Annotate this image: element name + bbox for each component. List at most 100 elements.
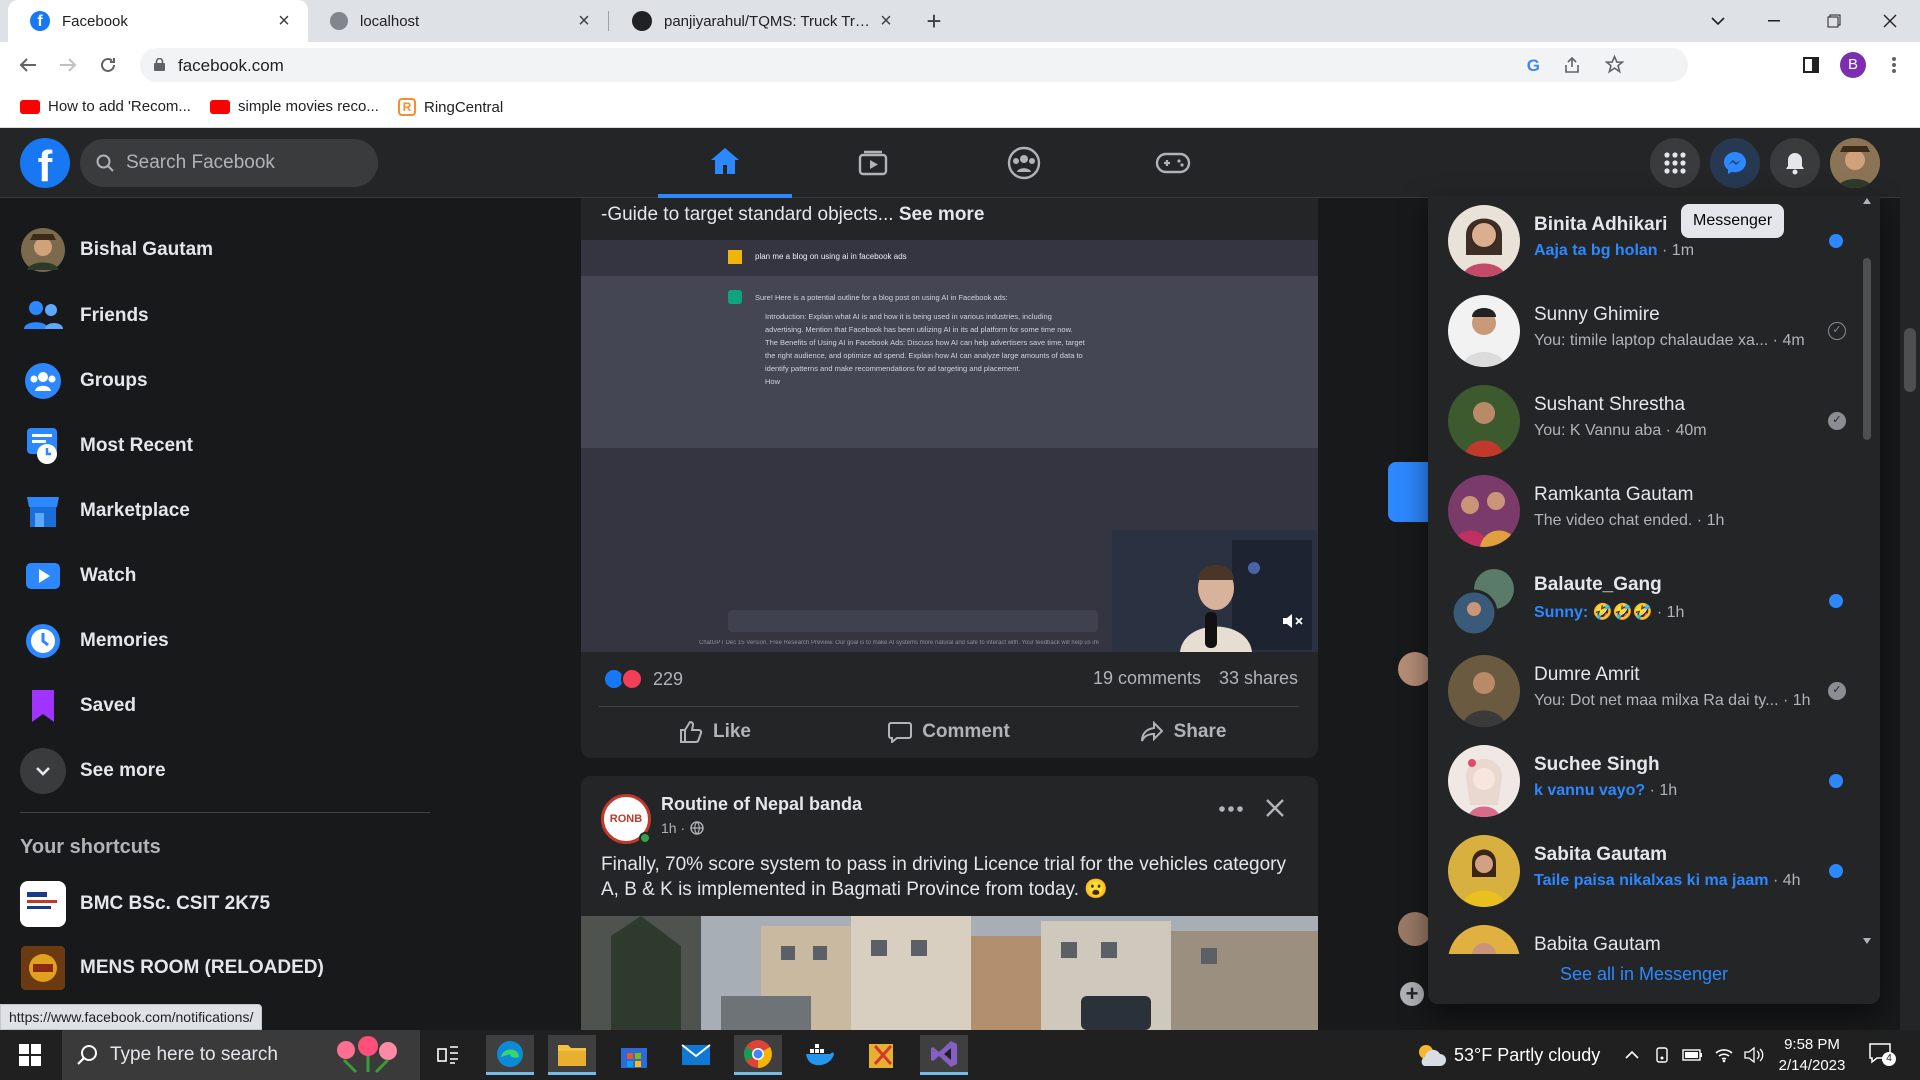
- close-icon[interactable]: [1265, 798, 1285, 818]
- sidebar-item-marketplace[interactable]: Marketplace: [20, 485, 190, 537]
- chat-item[interactable]: Balaute_Gang Sunny: 🤣🤣🤣 · 1h: [1448, 556, 1858, 646]
- restore-button[interactable]: [1806, 0, 1862, 42]
- chevron-up-icon[interactable]: [1624, 1050, 1640, 1060]
- chat-item[interactable]: Babita Gautam: [1448, 916, 1858, 954]
- contact-avatar[interactable]: [1398, 912, 1432, 946]
- more-options-icon[interactable]: [1219, 806, 1243, 812]
- dropdown-scrollbar[interactable]: [1860, 196, 1874, 948]
- reload-button[interactable]: [94, 51, 122, 79]
- post-photo[interactable]: [581, 916, 1318, 1030]
- bookmark-item[interactable]: How to add 'Recom...: [20, 98, 191, 115]
- menu-button[interactable]: [1650, 138, 1700, 188]
- tab-facebook[interactable]: f Facebook ×: [8, 0, 308, 42]
- back-button[interactable]: [14, 51, 42, 79]
- contact-avatar[interactable]: [1398, 652, 1432, 686]
- share-icon[interactable]: [1564, 57, 1582, 73]
- notifications-button[interactable]: [1770, 138, 1820, 188]
- scroll-down-arrow-icon[interactable]: [1863, 938, 1871, 944]
- sidebar-item-groups[interactable]: Groups: [20, 355, 148, 407]
- chat-item[interactable]: Sushant Shrestha You: K Vannu aba · 40m …: [1448, 376, 1858, 466]
- page-name-link[interactable]: Routine of Nepal banda: [661, 794, 862, 815]
- weather-widget[interactable]: 53°F Partly cloudy: [1414, 1030, 1600, 1080]
- share-button[interactable]: Share: [1068, 706, 1298, 758]
- facebook-search[interactable]: [80, 139, 378, 187]
- speaker-icon[interactable]: [1744, 1047, 1764, 1063]
- sidebar-item-friends[interactable]: Friends: [20, 290, 149, 342]
- nav-gaming-tab[interactable]: [1106, 128, 1240, 198]
- snipping-tool-icon[interactable]: [858, 1035, 906, 1075]
- microsoft-store-icon[interactable]: [610, 1035, 658, 1075]
- windows-start-icon[interactable]: [6, 1035, 54, 1075]
- scroll-thumb[interactable]: [1863, 258, 1871, 440]
- chat-item[interactable]: Suchee Singh k vannu vayo? · 1h: [1448, 736, 1858, 826]
- address-bar[interactable]: facebook.com G: [140, 48, 1688, 82]
- page-scrollbar[interactable]: [1900, 128, 1920, 1030]
- search-input[interactable]: [124, 139, 364, 187]
- comment-button[interactable]: Comment: [834, 706, 1064, 758]
- page-scroll-thumb[interactable]: [1904, 328, 1916, 392]
- shortcut-item[interactable]: BMC BSc. CSIT 2K75: [20, 878, 270, 930]
- account-avatar[interactable]: [1830, 138, 1880, 188]
- lock-icon[interactable]: [154, 58, 165, 71]
- scroll-up-arrow-icon[interactable]: [1863, 198, 1871, 204]
- close-tab-icon[interactable]: ×: [274, 10, 294, 32]
- browser-menu-icon[interactable]: [1880, 51, 1908, 79]
- see-all-in-messenger-link[interactable]: See all in Messenger: [1428, 964, 1860, 985]
- forward-button[interactable]: [54, 51, 82, 79]
- wifi-icon[interactable]: [1714, 1047, 1734, 1063]
- tab-search-icon[interactable]: [1690, 0, 1746, 42]
- chat-item[interactable]: Sabita Gautam Taile paisa nikalxas ki ma…: [1448, 826, 1858, 916]
- notification-center-icon[interactable]: 4: [1868, 1042, 1896, 1066]
- muted-speaker-icon[interactable]: [1282, 612, 1304, 630]
- chat-item[interactable]: Sunny Ghimire You: timile laptop chalaud…: [1448, 286, 1858, 376]
- mail-icon[interactable]: [672, 1035, 720, 1075]
- minimize-button[interactable]: [1746, 0, 1802, 42]
- video-overlay[interactable]: [1112, 530, 1318, 652]
- taskbar-search-input[interactable]: [108, 1030, 308, 1080]
- share-count[interactable]: 33 shares: [1219, 668, 1298, 689]
- add-icon[interactable]: +: [1400, 982, 1424, 1006]
- docker-icon[interactable]: [796, 1035, 844, 1075]
- tab-localhost[interactable]: localhost ×: [308, 0, 608, 42]
- task-view-icon[interactable]: [424, 1035, 472, 1075]
- close-tab-icon[interactable]: ×: [876, 10, 896, 32]
- battery-icon[interactable]: [1682, 1048, 1704, 1062]
- sidebar-item-memories[interactable]: Memories: [20, 615, 169, 667]
- meet-now-icon[interactable]: [1654, 1046, 1672, 1064]
- chrome-icon[interactable]: [734, 1035, 782, 1075]
- sidebar-see-more[interactable]: See more: [20, 745, 166, 797]
- file-explorer-icon[interactable]: [548, 1035, 596, 1075]
- sidebar-item-saved[interactable]: Saved: [20, 680, 136, 732]
- see-more-link[interactable]: See more: [899, 204, 985, 225]
- post-time[interactable]: 1h ·: [661, 820, 685, 836]
- nav-watch-tab[interactable]: [806, 128, 940, 198]
- chat-item[interactable]: Dumre Amrit You: Dot net maa milxa Ra da…: [1448, 646, 1858, 736]
- sidebar-profile[interactable]: Bishal Gautam: [20, 224, 213, 276]
- tab-github[interactable]: panjiyarahul/TQMS: Truck Trackin ×: [610, 0, 910, 42]
- clock[interactable]: 9:58 PM 2/14/2023: [1770, 1034, 1854, 1076]
- comment-count[interactable]: 19 comments: [1093, 668, 1201, 689]
- nav-home-tab[interactable]: [658, 128, 792, 198]
- bookmark-item[interactable]: simple movies reco...: [210, 98, 379, 115]
- visual-studio-icon[interactable]: [920, 1035, 968, 1075]
- facebook-logo-icon[interactable]: f: [20, 138, 70, 188]
- close-tab-icon[interactable]: ×: [574, 10, 594, 32]
- bookmark-item[interactable]: R RingCentral: [398, 98, 503, 116]
- side-panel-icon[interactable]: [1797, 51, 1825, 79]
- shortcut-item[interactable]: MENS ROOM (RELOADED): [20, 942, 324, 994]
- new-tab-button[interactable]: +: [920, 7, 948, 35]
- close-window-button[interactable]: [1862, 0, 1918, 42]
- reaction-summary[interactable]: 229: [603, 668, 683, 690]
- like-button[interactable]: Like: [600, 706, 830, 758]
- nav-groups-tab[interactable]: [957, 128, 1091, 198]
- sidebar-item-watch[interactable]: Watch: [20, 550, 136, 602]
- google-icon[interactable]: G: [1527, 56, 1540, 76]
- bookmark-star-icon[interactable]: [1605, 55, 1624, 74]
- messenger-button[interactable]: [1710, 138, 1760, 188]
- post-media[interactable]: plan me a blog on using ai in facebook a…: [581, 240, 1318, 652]
- edge-icon[interactable]: [486, 1035, 534, 1075]
- chat-item[interactable]: Ramkanta Gautam The video chat ended. · …: [1448, 466, 1858, 556]
- profile-avatar[interactable]: B: [1840, 52, 1866, 78]
- chat-item[interactable]: Binita Adhikari Aaja ta bg holan · 1m: [1448, 196, 1858, 286]
- taskbar-search[interactable]: [62, 1030, 420, 1080]
